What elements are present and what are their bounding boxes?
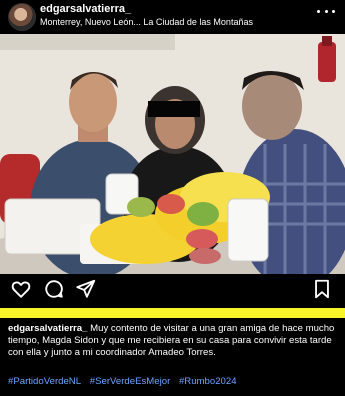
more-options-icon[interactable]: [317, 6, 335, 16]
hashtag-link[interactable]: #SerVerdeEsMejor: [90, 376, 171, 387]
hashtag-link[interactable]: #Rumbo2024: [179, 376, 237, 387]
post-photo-illustration: [0, 34, 345, 274]
post-caption: edgarsalvatierra_ Muy contento de visita…: [8, 323, 340, 359]
heart-icon[interactable]: [10, 278, 32, 300]
hashtag-list: #PartidoVerdeNL #SerVerdeEsMejor #Rumbo2…: [8, 376, 243, 388]
post-photo[interactable]: [0, 34, 345, 274]
highlight-bar: [0, 308, 345, 318]
post-username[interactable]: edgarsalvatierra_: [40, 3, 131, 15]
bookmark-icon[interactable]: [311, 278, 333, 300]
post-header: edgarsalvatierra_ Monterrey, Nuevo León.…: [0, 0, 345, 34]
post-location[interactable]: Monterrey, Nuevo León... La Ciudad de la…: [40, 17, 253, 27]
post-action-bar: [0, 276, 345, 302]
share-icon[interactable]: [75, 278, 97, 300]
comment-icon[interactable]: [43, 278, 65, 300]
hashtag-link[interactable]: #PartidoVerdeNL: [8, 376, 81, 387]
caption-username[interactable]: edgarsalvatierra_: [8, 323, 87, 334]
profile-avatar[interactable]: [8, 3, 36, 31]
